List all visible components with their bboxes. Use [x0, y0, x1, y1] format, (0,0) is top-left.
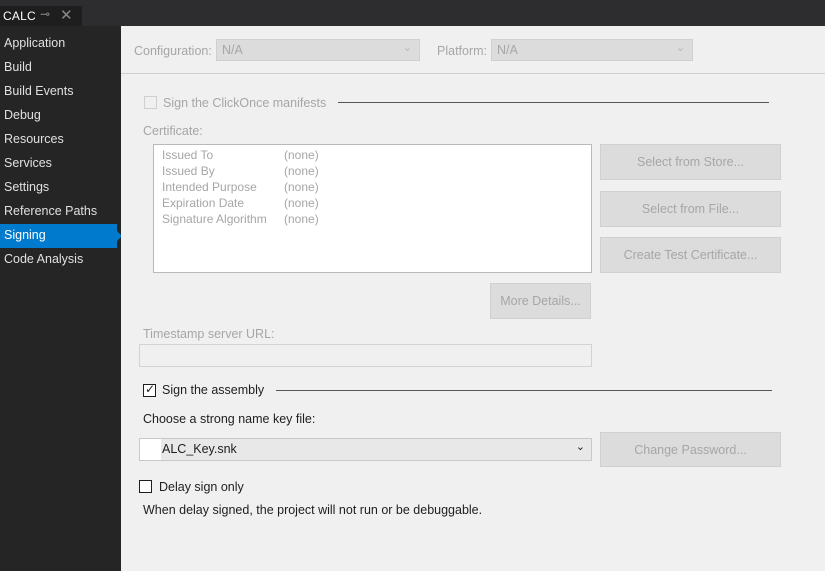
cert-value: (none) — [284, 148, 319, 162]
key-file-select[interactable]: ALC_Key.snk ⌄ — [139, 438, 592, 461]
pin-icon[interactable]: ⊸ — [40, 7, 50, 21]
sidebar-item-label: Settings — [4, 180, 50, 194]
timestamp-label: Timestamp server URL: — [143, 327, 275, 341]
document-tab-strip: CALC ⊸ ✕ — [0, 0, 825, 26]
sidebar-item-debug[interactable]: Debug — [0, 104, 121, 128]
sidebar-item-code-analysis[interactable]: Code Analysis — [0, 248, 121, 272]
sidebar-item-label: Reference Paths — [4, 204, 98, 218]
button-label: More Details... — [500, 294, 581, 308]
key-file-value: ALC_Key.snk — [162, 442, 237, 456]
document-tab[interactable]: CALC ⊸ ✕ — [0, 6, 82, 26]
cert-value: (none) — [284, 212, 319, 226]
sidebar-item-label: Signing — [4, 228, 46, 242]
platform-value: N/A — [497, 43, 518, 57]
change-password-button[interactable]: Change Password... — [600, 432, 781, 467]
section-divider — [276, 390, 772, 391]
button-label: Change Password... — [634, 443, 747, 457]
sign-assembly-checkbox[interactable]: ✓ — [143, 382, 156, 397]
cert-key: Issued To — [162, 148, 214, 162]
clickonce-checkbox[interactable] — [144, 96, 157, 109]
cert-value: (none) — [284, 164, 319, 178]
sidebar-item-label: Build — [4, 60, 32, 74]
create-test-certificate-button[interactable]: Create Test Certificate... — [600, 237, 781, 273]
cert-key: Expiration Date — [162, 196, 245, 210]
sidebar-item-reference-paths[interactable]: Reference Paths — [0, 200, 121, 224]
sidebar: Application Build Build Events Debug Res… — [0, 26, 122, 571]
configuration-bar: Configuration: N/A ⌄ Platform: N/A ⌄ — [121, 26, 825, 74]
key-file-label: Choose a strong name key file: — [143, 412, 316, 426]
chevron-down-icon: ⌄ — [675, 42, 685, 54]
cert-key: Issued By — [162, 164, 215, 178]
platform-label: Platform: — [437, 44, 488, 58]
signing-page: Configuration: N/A ⌄ Platform: N/A ⌄ Sig… — [121, 26, 825, 571]
sidebar-item-services[interactable]: Services — [0, 152, 121, 176]
sidebar-item-resources[interactable]: Resources — [0, 128, 121, 152]
sidebar-item-label: Debug — [4, 108, 41, 122]
button-label: Select from Store... — [637, 155, 744, 169]
cert-value: (none) — [284, 196, 319, 210]
configuration-select[interactable]: N/A ⌄ — [216, 39, 420, 61]
configuration-value: N/A — [222, 43, 243, 57]
sidebar-item-label: Build Events — [4, 84, 74, 98]
sidebar-item-build[interactable]: Build — [0, 56, 121, 80]
sidebar-item-signing[interactable]: Signing — [0, 224, 122, 248]
tab-title: CALC — [3, 9, 36, 23]
delay-sign-checkbox[interactable] — [139, 480, 152, 493]
chevron-down-icon: ⌄ — [402, 42, 412, 54]
delay-sign-label: Delay sign only — [159, 480, 244, 494]
select-from-file-button[interactable]: Select from File... — [600, 191, 781, 227]
sidebar-item-label: Resources — [4, 132, 64, 146]
platform-select[interactable]: N/A ⌄ — [491, 39, 693, 61]
cert-value: (none) — [284, 180, 319, 194]
sidebar-item-settings[interactable]: Settings — [0, 176, 121, 200]
configuration-label: Configuration: — [134, 44, 212, 58]
close-icon[interactable]: ✕ — [60, 6, 73, 24]
timestamp-url-input[interactable] — [139, 344, 592, 367]
button-label: Select from File... — [641, 202, 740, 216]
delay-sign-note: When delay signed, the project will not … — [143, 503, 483, 517]
section-divider — [338, 102, 769, 103]
more-details-button[interactable]: More Details... — [490, 283, 591, 319]
sidebar-item-label: Services — [4, 156, 52, 170]
cert-key: Intended Purpose — [162, 180, 257, 194]
select-from-store-button[interactable]: Select from Store... — [600, 144, 781, 180]
sidebar-item-label: Code Analysis — [4, 252, 84, 266]
sign-assembly-label: Sign the assembly — [162, 383, 265, 397]
sidebar-item-label: Application — [4, 36, 66, 50]
cert-key: Signature Algorithm — [162, 212, 267, 226]
sidebar-item-application[interactable]: Application — [0, 32, 121, 56]
button-label: Create Test Certificate... — [623, 248, 758, 262]
sidebar-item-build-events[interactable]: Build Events — [0, 80, 121, 104]
chevron-down-icon: ⌄ — [575, 441, 585, 453]
clickonce-label: Sign the ClickOnce manifests — [163, 96, 327, 110]
certificate-label: Certificate: — [143, 124, 203, 138]
certificate-details-box: Issued To (none) Issued By (none) Intend… — [153, 144, 592, 273]
combo-swatch — [140, 439, 161, 460]
checkmark-icon: ✓ — [145, 382, 156, 396]
